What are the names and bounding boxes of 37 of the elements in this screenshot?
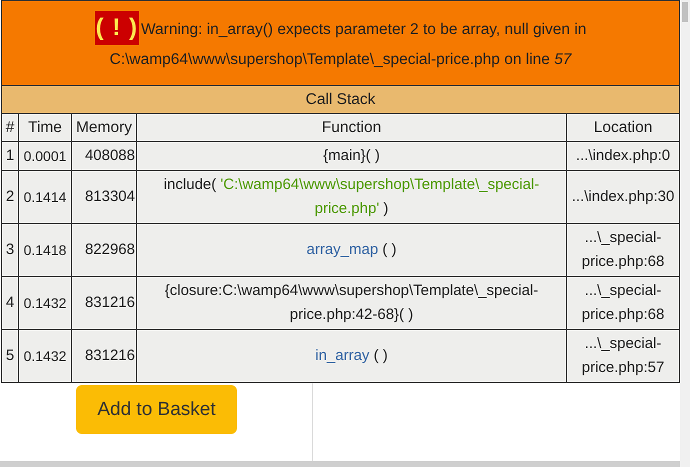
table-cell: ...\index.php:30 bbox=[566, 170, 680, 224]
table-cell: ...\_special-price.php:68 bbox=[566, 276, 680, 330]
table-cell: 0.1418 bbox=[18, 224, 72, 276]
column-header: Function bbox=[136, 114, 566, 142]
table-cell: array_map ( ) bbox=[136, 224, 566, 276]
table-cell: 831216 bbox=[72, 276, 136, 330]
table-cell: 408088 bbox=[72, 142, 136, 170]
table-cell: 0.1432 bbox=[18, 276, 72, 330]
table-cell: 0.0001 bbox=[18, 142, 72, 170]
column-header: Memory bbox=[72, 114, 136, 142]
table-cell: 822968 bbox=[72, 224, 136, 276]
warning-badge: ( ! ) bbox=[94, 11, 139, 45]
table-cell: include( 'C:\wamp64\www\supershop\Template\_special-price.php' ) bbox=[136, 170, 566, 224]
table-cell: 2 bbox=[2, 170, 18, 224]
table-cell: ...\index.php:0 bbox=[566, 142, 680, 170]
table-cell: ...\_special-price.php:57 bbox=[566, 330, 680, 382]
error-message: C:\wamp64\www\supershop\Template\_special-price.php on line 57 bbox=[110, 51, 572, 68]
table-cell: 0.1414 bbox=[18, 170, 72, 224]
table-cell: 1 bbox=[2, 142, 18, 170]
table-cell: {main}( ) bbox=[136, 142, 566, 170]
table-cell: 5 bbox=[2, 330, 18, 382]
column-header: Time bbox=[18, 114, 72, 142]
add-to-basket-button[interactable]: Add to Basket bbox=[76, 385, 237, 434]
table-cell: 3 bbox=[2, 224, 18, 276]
table-cell: 813304 bbox=[72, 170, 136, 224]
table-cell: {closure:C:\wamp64\www\supershop\Template\_special-price.php:42-68}( ) bbox=[136, 276, 566, 330]
call-stack-title: Call Stack bbox=[2, 86, 680, 114]
column-header: Location bbox=[566, 114, 680, 142]
vertical-scrollbar[interactable] bbox=[680, 0, 690, 467]
horizontal-scrollbar[interactable] bbox=[0, 461, 680, 467]
error-message: Warning: in_array() expects parameter 2 to be array, null given in bbox=[140, 20, 586, 40]
table-cell: 0.1432 bbox=[18, 330, 72, 382]
table-cell: 831216 bbox=[72, 330, 136, 382]
column-header: # bbox=[2, 114, 18, 142]
table-cell: 4 bbox=[2, 276, 18, 330]
table-cell: in_array ( ) bbox=[136, 330, 566, 382]
table-cell: ...\_special-price.php:68 bbox=[566, 224, 680, 276]
